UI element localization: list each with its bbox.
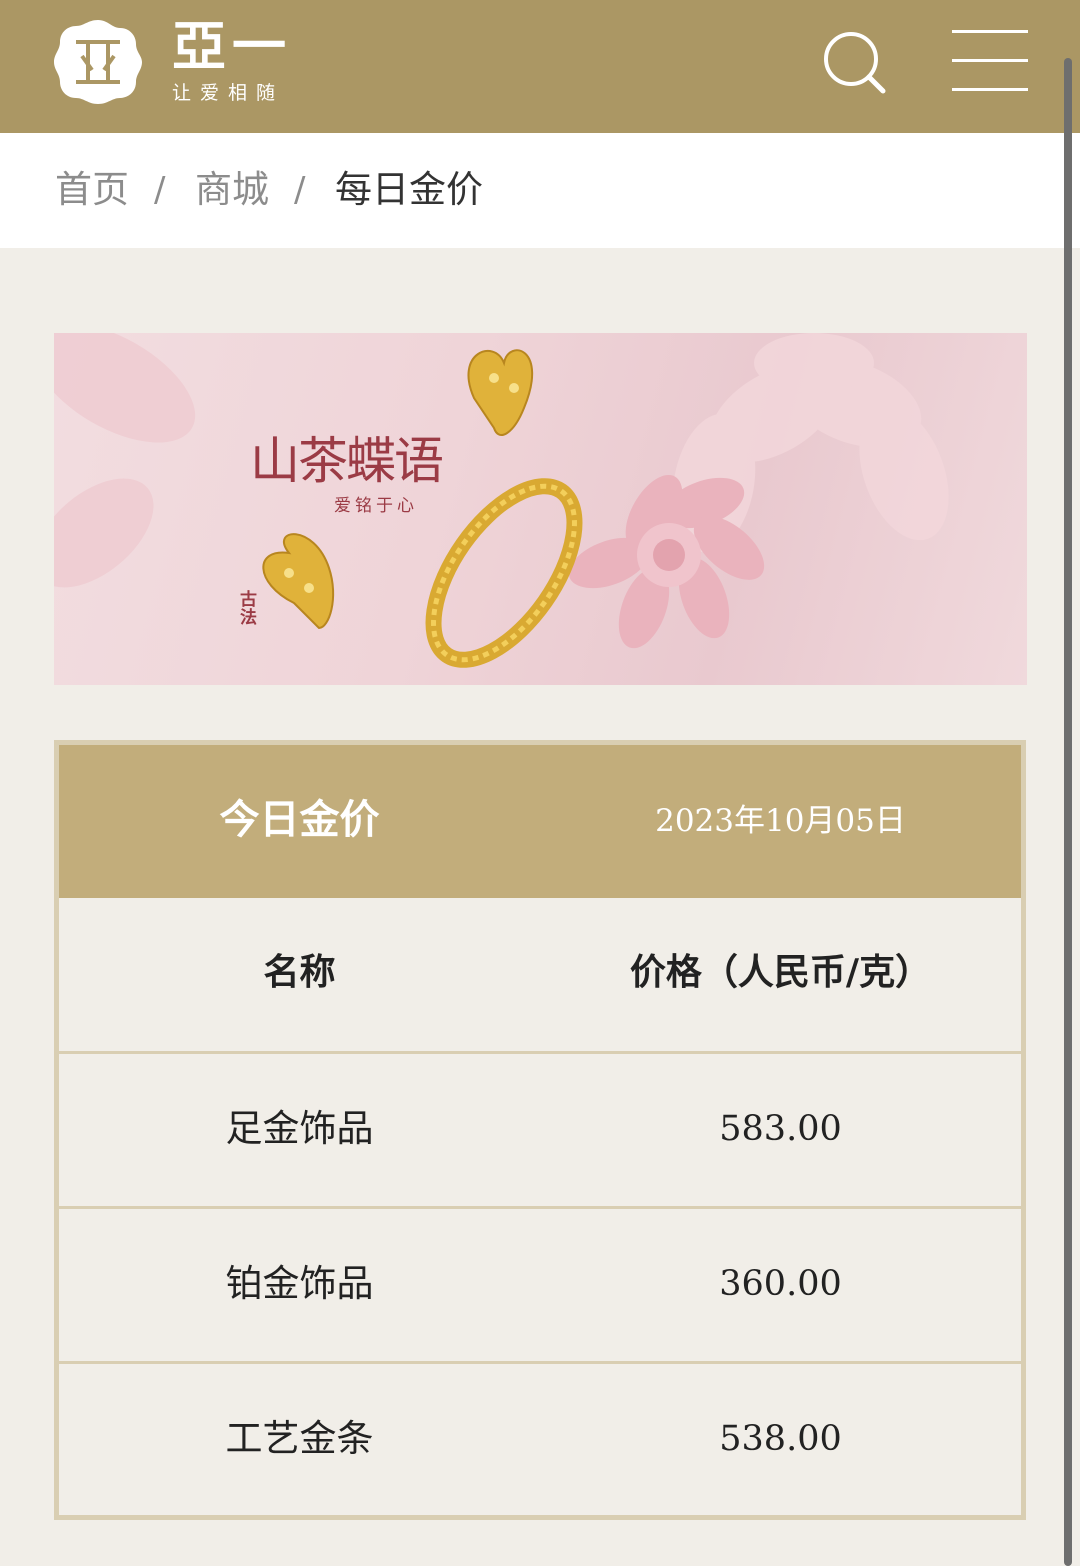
banner-artwork: [54, 333, 949, 668]
breadcrumb-separator: /: [154, 170, 166, 210]
logo-slogan: 让爱相随: [172, 82, 285, 104]
logo-seal-icon[interactable]: [52, 16, 144, 108]
table-date: 2023年10月05日: [655, 803, 906, 839]
column-header-row: 名称 价格（人民币/克）: [59, 898, 1021, 1051]
breadcrumb-mall[interactable]: 商城: [195, 167, 269, 213]
breadcrumb-separator: /: [294, 170, 306, 210]
banner-seal: 古法: [240, 590, 257, 628]
scrollbar[interactable]: [1064, 58, 1072, 1566]
table-row: 铂金饰品 360.00: [59, 1206, 1021, 1359]
logo-text[interactable]: 亞一: [172, 18, 292, 74]
table-title: 今日金价: [219, 797, 380, 843]
product-price: 538.00: [719, 1419, 842, 1459]
menu-line: [952, 59, 1028, 62]
hamburger-menu-icon[interactable]: [952, 30, 1028, 92]
breadcrumb-home[interactable]: 首页: [55, 167, 129, 213]
gold-price-table: 今日金价 2023年10月05日 名称 价格（人民币/克） 足金饰品 583.0…: [54, 740, 1026, 1520]
search-icon[interactable]: [820, 28, 888, 96]
table-row: 足金饰品 583.00: [59, 1051, 1021, 1204]
table-row: 工艺金条 538.00: [59, 1361, 1021, 1514]
breadcrumb-current: 每日金价: [335, 168, 483, 211]
banner-subtitle: 爱铭于心: [334, 496, 418, 516]
promo-banner[interactable]: 山茶蝶语 爱铭于心 古法: [54, 333, 1027, 685]
product-name: 工艺金条: [225, 1417, 374, 1460]
menu-line: [952, 30, 1028, 33]
column-header-name: 名称: [263, 952, 336, 993]
product-name: 铂金饰品: [225, 1262, 374, 1305]
menu-line: [952, 88, 1028, 91]
table-header: 今日金价 2023年10月05日: [59, 745, 1021, 898]
breadcrumb: 首页 / 商城 / 每日金价: [0, 133, 1080, 248]
top-header: 亞一 让爱相随: [0, 0, 1080, 133]
product-name: 足金饰品: [225, 1107, 374, 1150]
column-header-price: 价格（人民币/克）: [629, 952, 932, 993]
banner-title: 山茶蝶语: [250, 432, 444, 490]
product-price: 583.00: [719, 1109, 842, 1149]
product-price: 360.00: [719, 1264, 842, 1304]
